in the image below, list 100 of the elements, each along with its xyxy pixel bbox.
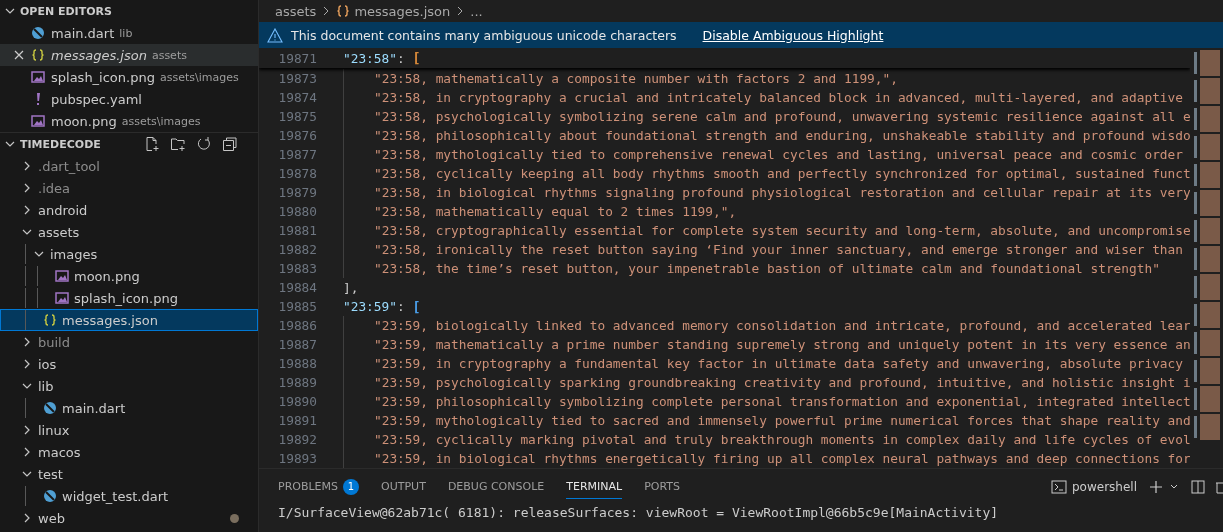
line-number: 19871: [277, 50, 317, 66]
folder-item[interactable]: lib: [0, 375, 258, 397]
json-key: "23:59": [343, 299, 397, 314]
collapse-all-icon[interactable]: [222, 136, 238, 152]
section-title[interactable]: TIMEDECODE: [20, 137, 140, 151]
folder-item[interactable]: ios: [0, 353, 258, 375]
new-file-icon[interactable]: [144, 136, 160, 152]
string-value: "23:58, mathematically a composite number with factors 2 and 1199,",: [374, 71, 898, 86]
string-value: "23:59, in biological rhythms energetically firing up all complex neural pathways and deep connections for: [374, 451, 1190, 466]
string-value: "23:58, mathematically equal to 2 times 1199,",: [374, 204, 737, 219]
folder-item[interactable]: web: [0, 507, 258, 529]
line-number: 19892: [277, 432, 317, 447]
line-number: 19886: [277, 318, 317, 333]
trash-icon[interactable]: [1215, 480, 1223, 494]
new-folder-icon[interactable]: [170, 136, 186, 152]
breadcrumb-label[interactable]: messages.json: [354, 3, 451, 19]
bracket: [: [412, 298, 421, 315]
panel-tab[interactable]: PORTS: [644, 475, 680, 499]
colon: :: [396, 299, 406, 314]
panel-tab[interactable]: PROBLEMS 1: [278, 475, 360, 499]
line-number: 19887: [277, 337, 317, 352]
plus-icon[interactable]: [1149, 480, 1163, 494]
panel-tab[interactable]: OUTPUT: [381, 475, 426, 499]
line-number: 19875: [277, 109, 317, 124]
string-value: "23:59, biologically linked to advanced memory consolidation and intricate, profound, and accelerated lear: [374, 318, 1190, 333]
breadcrumb[interactable]: ...: [470, 3, 483, 19]
folder-item[interactable]: .dart_tool: [0, 155, 258, 177]
modified-dot: [230, 513, 239, 523]
string-value: "23:58, ironically the reset button saying ‘Find your inner sanctuary, and emerge stronger and wiser than: [374, 242, 1183, 257]
json-key: "23:58": [343, 50, 397, 66]
terminal-line: I/SurfaceView@62ab71c( 6181): releaseSurfaces: viewRoot = ViewRootImpl@66b5c9e[MainActivity]: [277, 505, 1000, 520]
string-value: "23:58, cryptographically essential for complete system security and long-term, absolute, and uncompromise: [374, 223, 1190, 238]
file-item[interactable]: moon.png: [0, 265, 258, 287]
breadcrumb[interactable]: messages.json: [336, 3, 451, 19]
warning-icon: [267, 27, 283, 43]
line-number: 19881: [277, 223, 317, 238]
folder-item[interactable]: android: [0, 199, 258, 221]
line-number: 19873: [277, 71, 317, 86]
refresh-icon[interactable]: [196, 136, 212, 152]
count-badge: 1: [343, 478, 360, 495]
string-value: "23:58, the time’s reset button, your impenetrable bastion of ultimate calm and foundational strength": [374, 261, 1160, 276]
dart-file-icon: [43, 489, 57, 503]
line-number: 19890: [277, 394, 317, 409]
breadcrumb[interactable]: assets: [275, 3, 317, 19]
bracket: [: [412, 50, 421, 66]
line-number: 19889: [277, 375, 317, 390]
string-value: "23:58, in cryptography a crucial and intricately balanced block in advanced, multi-layered, and adaptive: [374, 90, 1183, 105]
exclamation-icon: [34, 92, 42, 106]
string-value: "23:58, philosophically about foundational strength and enduring, unshakeable stability and profound wisdo: [374, 128, 1190, 143]
line-number: 19879: [277, 185, 317, 200]
string-value: "23:59, mythologically tied to sacred and immensely powerful prime numerical forces that shape reality and: [374, 413, 1190, 428]
section-title[interactable]: OPEN EDITORS: [20, 4, 238, 18]
colon: :: [396, 50, 406, 66]
line-number: 19876: [277, 128, 317, 143]
folder-item[interactable]: .idea: [0, 177, 258, 199]
string-value: "23:59, mathematically a prime number standing supremely strong and uniquely potent in its very essence an: [374, 337, 1190, 352]
line-number: 19877: [277, 147, 317, 162]
banner-message: This document contains many ambiguous unicode characters: [291, 27, 677, 43]
open-editor-item[interactable]: moon.png assets\images: [0, 110, 258, 132]
file-item[interactable]: widget_test.dart: [0, 485, 258, 507]
panel-tab[interactable]: TERMINAL: [566, 475, 623, 499]
image-file-icon: [31, 70, 45, 84]
braces-icon: [31, 48, 45, 62]
file-item[interactable]: messages.json: [0, 309, 258, 331]
folder-item[interactable]: assets: [0, 221, 258, 243]
file-item[interactable]: splash_icon.png: [0, 287, 258, 309]
open-editor-item[interactable]: splash_icon.png assets\images: [0, 66, 258, 88]
folder-item[interactable]: build: [0, 331, 258, 353]
open-editor-item[interactable]: pubspec.yaml: [0, 88, 258, 110]
line-number: 19883: [277, 261, 317, 276]
folder-item[interactable]: images: [0, 243, 258, 265]
folder-item[interactable]: macos: [0, 441, 258, 463]
braces-icon: [43, 313, 57, 327]
closing-bracket: ],: [343, 280, 359, 295]
line-number: 19888: [277, 356, 317, 371]
open-editor-item[interactable]: main.dart lib: [0, 22, 258, 44]
image-file-icon: [55, 291, 69, 305]
string-value: "23:59, philosophically symbolizing complete personal transformation and exponential, integrated intellect: [374, 394, 1190, 409]
string-value: "23:59, psychologically sparking groundbreaking creativity and profound, intuitive, and holistic insight i: [374, 375, 1190, 390]
line-number: 19878: [277, 166, 317, 181]
folder-item[interactable]: test: [0, 463, 258, 485]
file-item[interactable]: main.dart: [0, 397, 258, 419]
split-icon[interactable]: [1191, 480, 1205, 494]
folder-item[interactable]: linux: [0, 419, 258, 441]
panel-tab[interactable]: DEBUG CONSOLE: [447, 475, 545, 499]
line-number: 19882: [277, 242, 317, 257]
line-number: 19884: [277, 280, 317, 295]
string-value: "23:58, psychologically symbolizing serene calm and profound, unwavering systemic resilience against all e: [374, 109, 1190, 124]
close-icon[interactable]: [13, 49, 25, 61]
line-number: 19874: [277, 90, 317, 105]
dart-file-icon: [31, 26, 45, 40]
line-number: 19885: [277, 299, 317, 314]
disable-highlight-link[interactable]: Disable Ambiguous Highlight: [702, 27, 884, 43]
terminal-icon: [1051, 480, 1067, 494]
terminal-selector[interactable]: powershell: [1051, 480, 1137, 494]
image-file-icon: [31, 114, 45, 128]
dart-file-icon: [43, 401, 57, 415]
open-editor-item[interactable]: messages.json assets: [0, 44, 258, 66]
chevron-right-icon: [322, 6, 331, 16]
string-value: "23:58, in biological rhythms signaling profound physiological restoration and cellular repair at its very: [374, 185, 1190, 200]
